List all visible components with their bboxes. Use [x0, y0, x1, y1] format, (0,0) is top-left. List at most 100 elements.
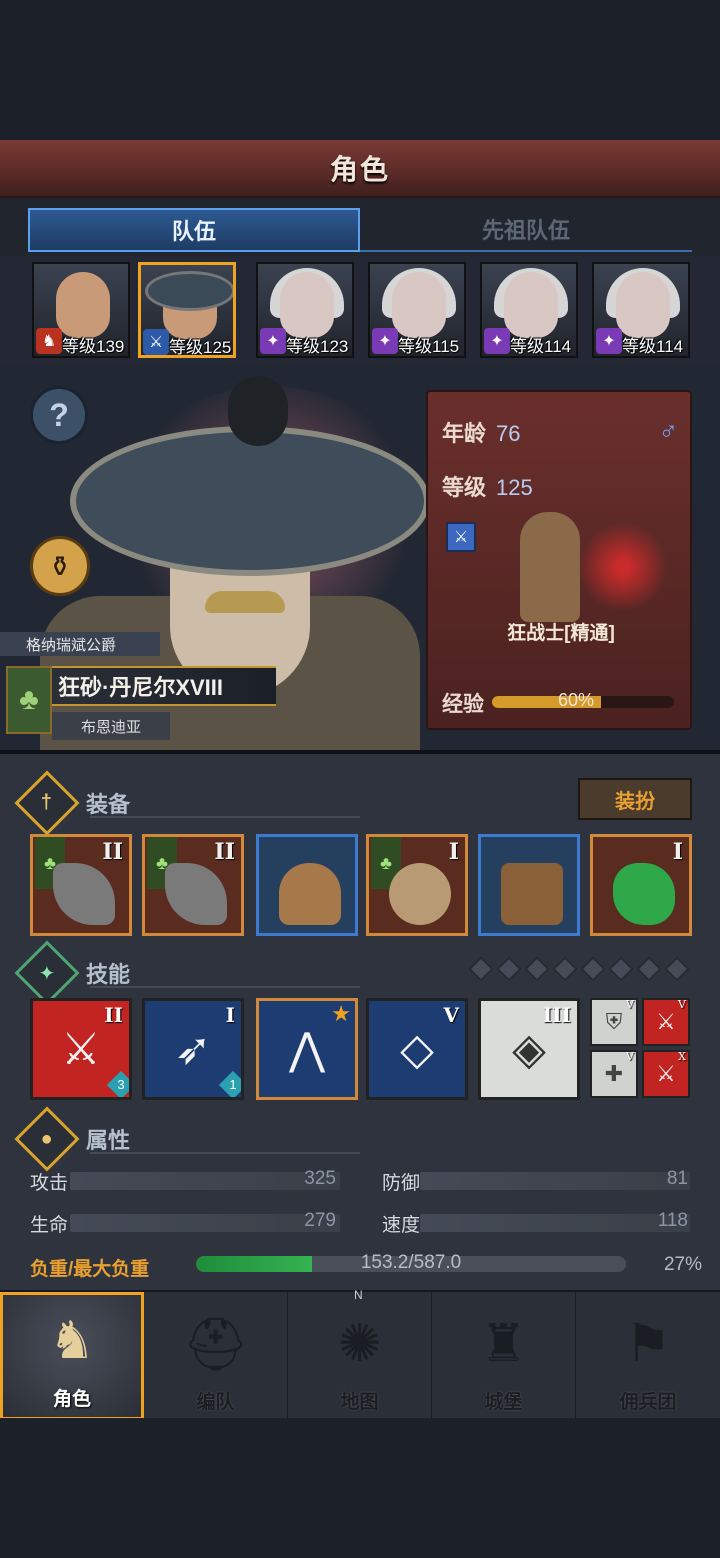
- character-name: 狂砂·丹尼尔XVIII: [52, 666, 276, 706]
- skill-slot-1[interactable]: ⚔ II 3: [30, 998, 132, 1100]
- attributes-title: 属性: [86, 1128, 131, 1153]
- skill-slot-5[interactable]: ◈ III: [478, 998, 580, 1100]
- speed-label: 速度: [382, 1215, 421, 1236]
- hero-card-6[interactable]: ✦ 等级114: [592, 262, 690, 358]
- class-weapon: [578, 522, 668, 612]
- horse-icon: ♞: [36, 328, 62, 354]
- tree-banner-icon: ♣: [6, 666, 52, 734]
- hero-portrait: [56, 272, 110, 338]
- class-figure: [520, 512, 580, 622]
- details-panel: † 装备 装扮 ♣ II ♣ II ♣ I I ✦ 技能 ⚔ II 3 ➶ I …: [0, 750, 720, 1290]
- skill-point-icon: [636, 956, 662, 982]
- character-region: 布恩迪亚: [52, 712, 170, 740]
- hero-level: 等级114: [510, 337, 572, 356]
- slash-icon: ⚔: [61, 1024, 101, 1074]
- defense-label: 防御: [382, 1173, 421, 1194]
- passive-skill-3[interactable]: ✚ V: [590, 1050, 638, 1098]
- equipment-slot-3[interactable]: [256, 834, 358, 936]
- hero-roster: ♞ 等级139 ⚔ 等级125 ✦ 等级123 ✦ 等级115 ✦ 等级114 …: [0, 256, 720, 366]
- nav-map[interactable]: N ✺ 地图: [288, 1288, 432, 1420]
- equipment-slot-2[interactable]: ♣ II: [142, 834, 244, 936]
- tab-ancestor-team[interactable]: 先祖队伍: [360, 208, 692, 252]
- sword-icon: ⚔: [143, 329, 169, 355]
- bottom-nav: ♞ 角色 ⛑ 编队 N ✺ 地图 ♜ 城堡 ⚑ 佣兵团: [0, 1288, 720, 1420]
- nav-formation[interactable]: ⛑ 编队: [144, 1292, 288, 1420]
- top-spacer: [0, 0, 720, 140]
- hero-level: 等级123: [286, 337, 349, 356]
- attributes-header: ● 属性: [14, 1106, 131, 1172]
- passive-skill-2[interactable]: ⚔ V: [642, 998, 690, 1046]
- character-stage: ? ⚱ 格纳瑞斌公爵 ♣ 狂砂·丹尼尔XVIII 布恩迪亚 年龄 76 ♂ 等级 1…: [0, 366, 720, 750]
- equipment-slot-1[interactable]: ♣ II: [30, 834, 132, 936]
- helmet-icon: [279, 863, 341, 925]
- load-label: 负重/最大负重: [30, 1259, 150, 1280]
- skill-slot-2[interactable]: ➶ I 1: [142, 998, 244, 1100]
- attack-value: 325: [304, 1168, 336, 1189]
- hero-portrait: [616, 272, 670, 338]
- knight-icon: ♞: [48, 1312, 96, 1370]
- tier-label: II: [214, 839, 235, 865]
- equipment-slot-5[interactable]: [478, 834, 580, 936]
- tier-label: I: [225, 1003, 235, 1027]
- sword-icon: ⚔: [446, 522, 476, 552]
- character-hat: [70, 426, 430, 576]
- heal-cross-icon: ✚: [604, 1061, 624, 1086]
- nav-label: 编队: [196, 1392, 235, 1413]
- nav-castle[interactable]: ♜ 城堡: [432, 1292, 576, 1420]
- equipment-slot-6[interactable]: I: [590, 834, 692, 936]
- staff-icon: ✦: [372, 328, 398, 354]
- hero-level: 等级115: [398, 337, 460, 356]
- divider: [90, 816, 360, 818]
- tier-label: V: [626, 998, 634, 1011]
- divider: [90, 986, 360, 988]
- character-hair-knot: [228, 376, 288, 446]
- tab-team[interactable]: 队伍: [28, 208, 360, 252]
- skill-point-icon: [608, 956, 634, 982]
- equipment-title: 装备: [86, 792, 131, 817]
- tier-label: V: [678, 998, 686, 1011]
- passive-skill-1[interactable]: ⛨ V: [590, 998, 638, 1046]
- tab-bar: 队伍 先祖队伍: [0, 198, 720, 256]
- potion-button[interactable]: ⚱: [30, 536, 90, 596]
- hero-card-5[interactable]: ✦ 等级114: [480, 262, 578, 358]
- tier-label: V: [626, 1050, 634, 1063]
- passive-skill-4[interactable]: ⚔ X: [642, 1050, 690, 1098]
- hero-portrait: [392, 272, 446, 338]
- tier-label: III: [542, 1003, 571, 1027]
- hero-portrait: [504, 272, 558, 338]
- star-badge-icon: ✦: [14, 940, 80, 1006]
- hero-card-2[interactable]: ⚔ 等级125: [138, 262, 236, 358]
- castle-icon: ♜: [480, 1315, 527, 1373]
- nav-mercenaries[interactable]: ⚑ 佣兵团: [576, 1292, 720, 1420]
- speed-value: 118: [657, 1210, 688, 1231]
- age-label: 年龄: [442, 421, 487, 446]
- hero-card-1[interactable]: ♞ 等级139: [32, 262, 130, 358]
- tier-label: I: [672, 839, 683, 865]
- sword-icon: ⚔: [656, 1009, 676, 1034]
- hero-card-4[interactable]: ✦ 等级115: [368, 262, 466, 358]
- character-info-panel: 年龄 76 ♂ 等级 125 ⚔ 狂战士[精通] 经验 60%: [426, 390, 692, 730]
- skill-slot-4[interactable]: ◇ V: [366, 998, 468, 1100]
- hero-level: 等级114: [622, 337, 684, 356]
- helmet-icon: ⛑: [182, 1315, 249, 1374]
- compass-icon: ✺: [337, 1315, 382, 1373]
- skill-point-icon: [552, 956, 578, 982]
- staff-icon: ✦: [260, 328, 286, 354]
- hero-level: 等级139: [62, 337, 125, 356]
- help-button[interactable]: ?: [30, 386, 88, 444]
- character-mustache: [205, 591, 285, 613]
- dress-up-button[interactable]: 装扮: [578, 778, 692, 820]
- load-value: 153.2/587.0: [360, 1252, 462, 1273]
- star-icon: ★: [331, 1001, 351, 1026]
- equipment-slot-4[interactable]: ♣ I: [366, 834, 468, 936]
- nav-character[interactable]: ♞ 角色: [0, 1292, 144, 1420]
- load-percent: 27%: [663, 1254, 702, 1275]
- skill-count: 1: [229, 1077, 237, 1092]
- skill-point-icon: [496, 956, 522, 982]
- question-icon: ?: [49, 396, 69, 433]
- hat-icon: [145, 271, 233, 311]
- hero-card-3[interactable]: ✦ 等级123: [256, 262, 354, 358]
- armor-icon: [389, 863, 451, 925]
- hp-value: 279: [304, 1210, 336, 1231]
- skill-slot-3[interactable]: ⋀ ★: [256, 998, 358, 1100]
